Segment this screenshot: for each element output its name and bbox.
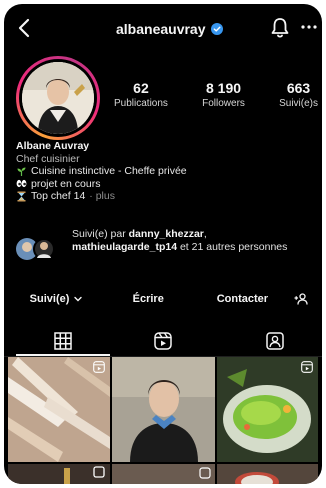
- chevron-left-icon[interactable]: [14, 16, 36, 40]
- mutual-follower-link[interactable]: mathieulagarde_tp14: [72, 241, 177, 253]
- bio-line-text: projet en cours: [31, 177, 101, 190]
- stat-value: 62: [133, 80, 149, 96]
- post-thumbnail[interactable]: [8, 357, 110, 462]
- stat-label: Publications: [114, 98, 168, 109]
- post-image: [112, 464, 215, 484]
- reels-icon[interactable]: [154, 332, 172, 350]
- stat-label: Followers: [202, 98, 245, 109]
- eyes-icon: [16, 180, 27, 188]
- bio-line: Cuisine instinctive - Cheffe privée: [16, 165, 316, 178]
- verified-badge-icon: [210, 23, 223, 35]
- profile-username-header: albaneauvray: [116, 21, 223, 37]
- profile-stats: 62 Publications 8 190 Followers 663 Suiv…: [114, 80, 318, 109]
- hourglass-icon: [17, 191, 26, 202]
- profile-tabs: [4, 326, 322, 357]
- stat-label: Suivi(e)s: [279, 98, 318, 109]
- suggest-people-button[interactable]: [290, 293, 312, 305]
- posts-grid: [8, 357, 318, 484]
- bio-more-link[interactable]: · plus: [89, 190, 115, 203]
- mutual-followers-avatars: [16, 238, 55, 260]
- followed-by-suffix: et 21 autres personnes: [179, 241, 288, 253]
- follow-button-label: Suivi(e): [29, 293, 70, 305]
- story-ring[interactable]: [16, 56, 100, 140]
- post-thumbnail[interactable]: [112, 464, 215, 484]
- stat-value: 663: [286, 80, 311, 96]
- post-thumbnail[interactable]: [217, 464, 318, 484]
- tagged-icon[interactable]: [266, 332, 284, 350]
- avatar-frame: [19, 59, 97, 137]
- reel-badge-icon: [301, 361, 313, 373]
- stat-following[interactable]: 663 Suivi(e)s: [279, 80, 318, 109]
- post-thumbnail[interactable]: [217, 357, 318, 462]
- bell-icon[interactable]: [270, 17, 290, 39]
- more-horizontal-icon[interactable]: [300, 17, 318, 37]
- contact-button[interactable]: Contacter: [200, 293, 284, 305]
- post-image: [217, 464, 318, 484]
- seedling-icon: [17, 167, 26, 176]
- post-image: [112, 357, 215, 462]
- stat-followers[interactable]: 8 190 Followers: [202, 80, 245, 109]
- stat-publications[interactable]: 62 Publications: [114, 80, 168, 109]
- avatar: [22, 62, 94, 134]
- chevron-down-icon: [74, 296, 83, 302]
- post-thumbnail[interactable]: [8, 464, 110, 484]
- add-person-icon: [294, 293, 308, 305]
- profile-bio: Albane Auvray Chef cuisinier Cuisine ins…: [16, 140, 316, 203]
- followed-by-prefix: Suivi(e) par: [72, 228, 126, 240]
- post-image: [8, 464, 110, 484]
- followed-by[interactable]: Suivi(e) par danny_khezzar, mathieulagar…: [16, 228, 316, 274]
- follow-button[interactable]: Suivi(e): [14, 293, 98, 305]
- active-tab-indicator: [16, 354, 110, 356]
- followed-by-separator: ,: [203, 228, 207, 240]
- profile-actions: Suivi(e) Écrire Contacter: [14, 288, 312, 310]
- followed-by-text: Suivi(e) par danny_khezzar, mathieulagar…: [72, 228, 308, 254]
- mutual-follower-link[interactable]: danny_khezzar: [129, 228, 204, 240]
- stat-value: 8 190: [205, 80, 242, 96]
- bio-line-text: Top chef 14: [31, 190, 86, 202]
- profile-screen: albaneauvray 62 Publications 8 190 Follo…: [4, 4, 322, 484]
- bio-line: projet en cours: [16, 178, 316, 191]
- top-bar: albaneauvray: [4, 4, 322, 52]
- bio-line: Top chef 14 · plus: [16, 190, 316, 203]
- profile-category: Chef cuisinier: [16, 152, 80, 165]
- bio-line-text: Cuisine instinctive - Cheffe privée: [31, 165, 187, 177]
- avatar-photo: [22, 62, 94, 134]
- message-button[interactable]: Écrire: [106, 293, 190, 305]
- username: albaneauvray: [116, 21, 206, 37]
- grid-icon[interactable]: [54, 332, 72, 350]
- profile-name: Albane Auvray: [16, 140, 90, 152]
- reel-badge-icon: [93, 361, 105, 373]
- post-thumbnail[interactable]: [112, 357, 215, 462]
